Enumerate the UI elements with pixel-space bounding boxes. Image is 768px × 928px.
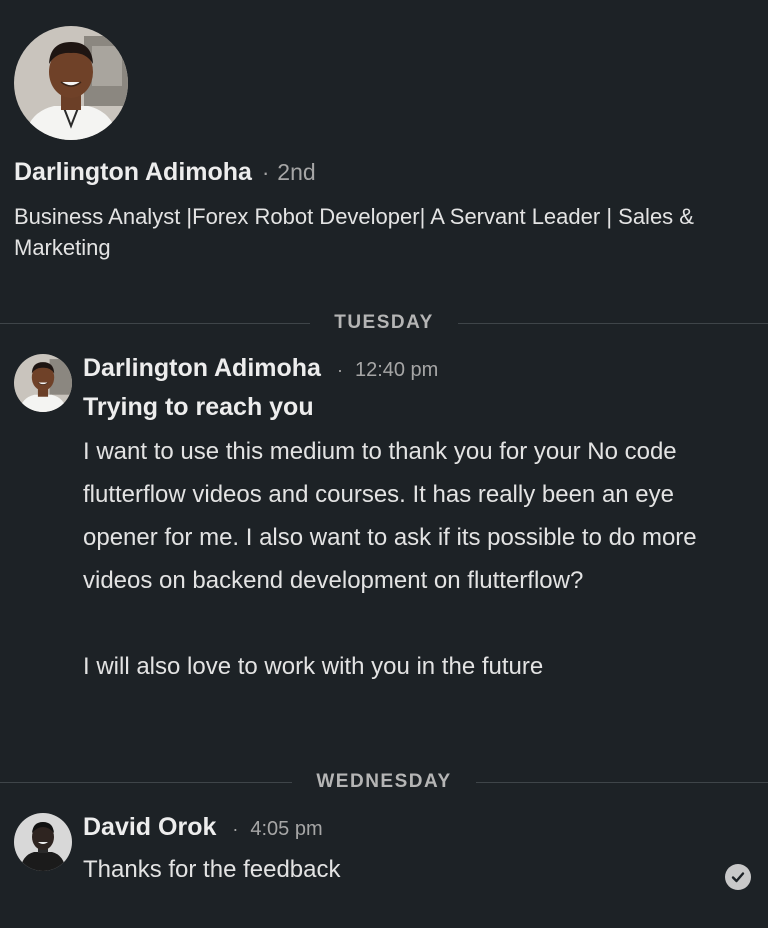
separator-dot: ·: [261, 160, 270, 185]
divider-line: [0, 322, 311, 324]
divider-line: [475, 781, 768, 783]
person-photo-icon: [14, 813, 72, 871]
divider-line: [457, 322, 768, 324]
divider-line: [0, 781, 293, 783]
separator-dot: ·: [232, 819, 239, 839]
message-body: Darlington Adimoha · 12:40 pm Trying to …: [83, 354, 723, 688]
profile-avatar[interactable]: [14, 26, 128, 140]
message-text: Thanks for the feedback: [83, 856, 341, 883]
connection-degree: 2nd: [277, 159, 316, 185]
person-photo-icon: [14, 26, 128, 140]
profile-name[interactable]: Darlington Adimoha: [14, 158, 252, 187]
date-divider-wednesday: WEDNESDAY: [0, 771, 768, 793]
message-paragraph: I want to use this medium to thank you f…: [83, 438, 697, 594]
date-label: TUESDAY: [334, 312, 434, 333]
message-paragraph: I will also love to work with you in the…: [83, 653, 544, 680]
separator-dot: ·: [336, 360, 343, 380]
sender-name[interactable]: David Orok: [83, 813, 216, 842]
profile-header: Darlington Adimoha · 2nd Business Analys…: [14, 26, 754, 263]
check-circle-icon: [725, 864, 751, 890]
message-time: 12:40 pm: [354, 359, 439, 381]
person-photo-icon: [14, 354, 72, 412]
message-body: David Orok · 4:05 pm Thanks for the feed…: [83, 813, 723, 891]
message-text: I want to use this medium to thank you f…: [83, 430, 723, 688]
date-divider-tuesday: TUESDAY: [0, 312, 768, 334]
sender-avatar[interactable]: [14, 813, 72, 871]
sender-avatar[interactable]: [14, 354, 72, 412]
date-label: WEDNESDAY: [316, 771, 452, 792]
message-time: 4:05 pm: [250, 818, 323, 840]
sender-name[interactable]: Darlington Adimoha: [83, 354, 321, 383]
message-subject: Trying to reach you: [83, 393, 314, 421]
profile-headline: Business Analyst |Forex Robot Developer|…: [14, 204, 694, 260]
